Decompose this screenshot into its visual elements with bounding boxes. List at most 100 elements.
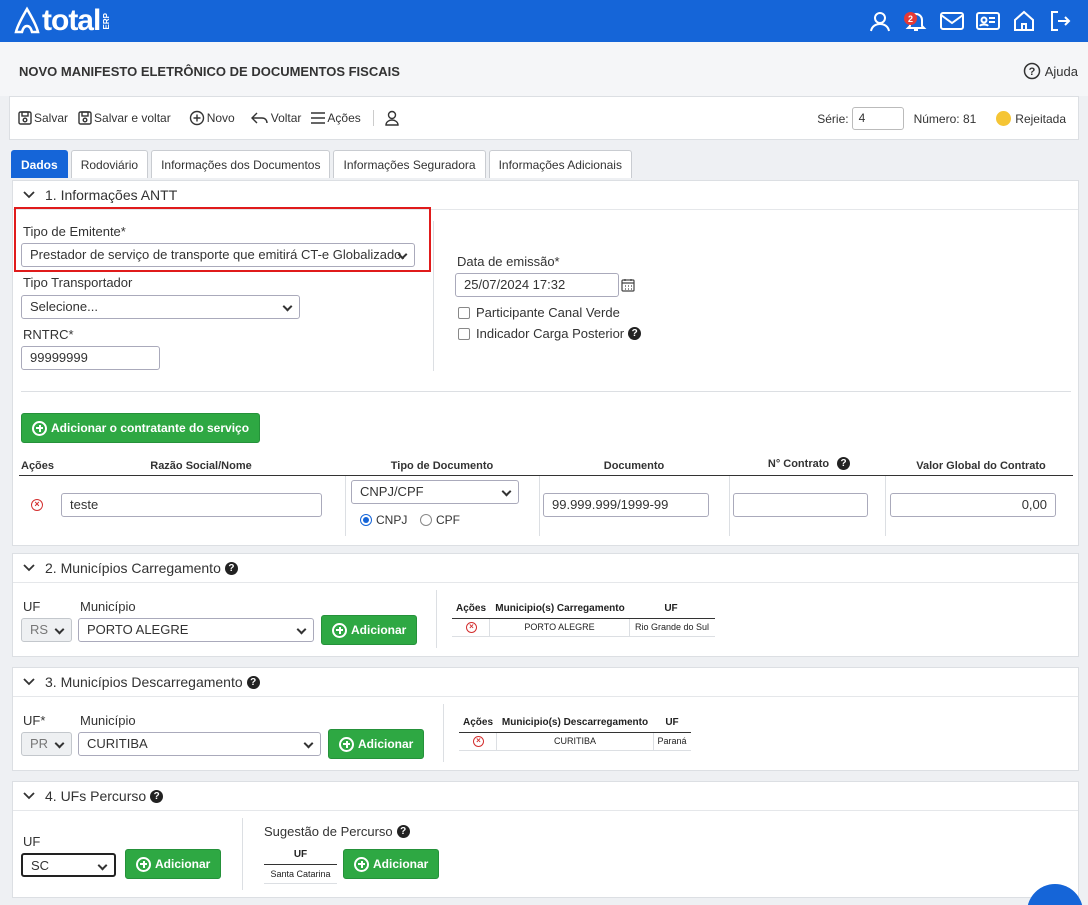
- save-icon: [78, 111, 92, 125]
- section-descarregamento: 3. Municípios Descarregamento ? UF* PR M…: [12, 667, 1079, 771]
- remove-row-icon[interactable]: ×: [473, 736, 484, 747]
- checkbox-box[interactable]: [458, 327, 470, 340]
- section-descarregamento-header[interactable]: 3. Municípios Descarregamento ?: [13, 668, 1078, 697]
- add-municipio-descarregamento-button[interactable]: Adicionar: [328, 729, 425, 759]
- municipio-select[interactable]: PORTO ALEGRE: [78, 618, 314, 642]
- help-question-icon[interactable]: ?: [224, 561, 238, 575]
- radio-selected-icon[interactable]: [360, 514, 372, 526]
- municipio-select[interactable]: CURITIBA: [78, 732, 321, 756]
- uf-label: UF*: [23, 713, 46, 728]
- notification-badge: 2: [904, 12, 917, 25]
- calendar-icon[interactable]: [621, 278, 635, 292]
- help-question-icon[interactable]: ?: [628, 327, 642, 340]
- add-contratante-button[interactable]: Adicionar o contratante do serviço: [21, 413, 261, 443]
- user-button[interactable]: [384, 110, 400, 126]
- add-label: Adicionar: [155, 857, 211, 871]
- user-icon: [385, 110, 399, 126]
- plus-circle-icon: [189, 110, 204, 126]
- plus-circle-icon: [136, 856, 151, 872]
- tab-informacoes-adicionais[interactable]: Informações Adicionais: [488, 150, 632, 178]
- uf-label: UF: [23, 599, 41, 614]
- save-and-back-button[interactable]: Salvar e voltar: [78, 111, 171, 125]
- radio-cnpj[interactable]: CNPJ: [360, 513, 407, 527]
- logo[interactable]: total ERP: [14, 4, 111, 37]
- data-emissao-input[interactable]: 25/07/2024 17:32: [455, 273, 619, 297]
- row-line: [264, 883, 337, 884]
- section-percurso-title: 4. UFs Percurso: [45, 788, 147, 804]
- row-line: [452, 636, 715, 637]
- serie-input[interactable]: 4: [851, 107, 904, 130]
- save-and-back-label: Salvar e voltar: [94, 111, 171, 125]
- section-carregamento-header[interactable]: 2. Municípios Carregamento ?: [13, 554, 1078, 583]
- uf-label: UF: [23, 834, 41, 849]
- tab-informacoes-seguradora[interactable]: Informações Seguradora: [333, 150, 486, 178]
- add-uf-percurso-button[interactable]: Adicionar: [125, 849, 222, 879]
- tipo-transportador-select[interactable]: Selecione...: [21, 295, 300, 319]
- radio-unselected-icon[interactable]: [420, 514, 432, 526]
- table-header-line: [459, 732, 691, 733]
- tab-dados[interactable]: Dados: [11, 150, 68, 178]
- tipo-documento-select[interactable]: CNPJ/CPF: [351, 480, 519, 504]
- page-title: NOVO MANIFESTO ELETRÔNICO DE DOCUMENTOS …: [19, 64, 400, 79]
- col-municipio-carregamento: Municipio(s) Carregamento: [495, 603, 625, 614]
- rntrc-input[interactable]: 99999999: [21, 346, 160, 370]
- add-sugestao-button[interactable]: Adicionar: [343, 849, 440, 879]
- contact-card-icon[interactable]: [974, 7, 1002, 35]
- help-question-icon[interactable]: ?: [150, 789, 164, 803]
- col-tipo-documento: Tipo de Documento: [390, 460, 494, 472]
- reply-arrow-icon: [250, 112, 268, 124]
- chevron-down-icon: [23, 678, 35, 686]
- chevron-down-icon: [23, 792, 35, 800]
- plus-circle-icon: [354, 856, 369, 872]
- save-button[interactable]: Salvar: [18, 111, 68, 125]
- back-button[interactable]: Voltar: [250, 111, 301, 125]
- documento-input[interactable]: 99.999.999/1999-99: [543, 493, 709, 517]
- notifications-bell-icon[interactable]: 2: [902, 7, 930, 35]
- home-icon[interactable]: [1010, 7, 1038, 35]
- radio-cpf[interactable]: CPF: [420, 513, 460, 527]
- add-municipio-carregamento-button[interactable]: Adicionar: [321, 615, 418, 645]
- uf-select: RS: [21, 618, 72, 642]
- carga-posterior-checkbox[interactable]: Indicador Carga Posterior ?: [458, 326, 642, 341]
- col-divider: [885, 476, 886, 536]
- help-question-icon[interactable]: ?: [837, 457, 851, 470]
- municipio-cell: PORTO ALEGRE: [524, 622, 595, 632]
- remove-row-icon[interactable]: ×: [466, 622, 477, 633]
- help-link[interactable]: ? Ajuda: [1023, 62, 1078, 80]
- rntrc-label: RNTRC*: [23, 327, 74, 342]
- user-support-icon[interactable]: [866, 7, 894, 35]
- logout-icon[interactable]: [1046, 7, 1074, 35]
- new-button[interactable]: Novo: [189, 110, 235, 126]
- add-label: Adicionar: [351, 623, 407, 637]
- column-divider: [242, 818, 243, 890]
- section-antt-header[interactable]: 1. Informações ANTT: [13, 181, 1078, 210]
- municipio-label: Município: [80, 599, 136, 614]
- help-icon: ?: [1023, 62, 1040, 80]
- uf-select[interactable]: SC: [21, 853, 116, 877]
- help-question-icon[interactable]: ?: [246, 675, 260, 689]
- canal-verde-checkbox[interactable]: Participante Canal Verde: [458, 305, 620, 320]
- razao-social-input[interactable]: teste: [61, 493, 322, 517]
- checkbox-box[interactable]: [458, 306, 470, 319]
- status-dot-icon: [996, 111, 1012, 126]
- serie-label: Série:: [817, 111, 849, 126]
- logo-text: total: [42, 4, 101, 37]
- section-descarregamento-title: 3. Municípios Descarregamento: [45, 674, 243, 690]
- tab-rodoviario[interactable]: Rodoviário: [70, 150, 149, 178]
- col-contrato-label: N° Contrato: [767, 457, 830, 470]
- plus-circle-icon: [32, 420, 47, 436]
- remove-row-icon[interactable]: ×: [31, 499, 43, 511]
- help-question-icon[interactable]: ?: [396, 825, 410, 838]
- highlight-box: [14, 207, 431, 272]
- carga-posterior-label: Indicador Carga Posterior: [476, 326, 625, 341]
- tab-informacoes-documentos[interactable]: Informações dos Documentos: [151, 150, 331, 178]
- valor-global-input[interactable]: 0,00: [890, 493, 1056, 517]
- actions-menu-button[interactable]: Ações: [311, 111, 361, 125]
- new-label: Novo: [206, 111, 235, 125]
- svg-text:?: ?: [1028, 66, 1035, 78]
- mail-icon[interactable]: [938, 7, 966, 35]
- status-badge: Rejeitada: [1015, 111, 1066, 126]
- contrato-input[interactable]: [733, 493, 868, 517]
- section-percurso-header[interactable]: 4. UFs Percurso ?: [13, 782, 1078, 811]
- page-header: NOVO MANIFESTO ELETRÔNICO DE DOCUMENTOS …: [0, 42, 1088, 96]
